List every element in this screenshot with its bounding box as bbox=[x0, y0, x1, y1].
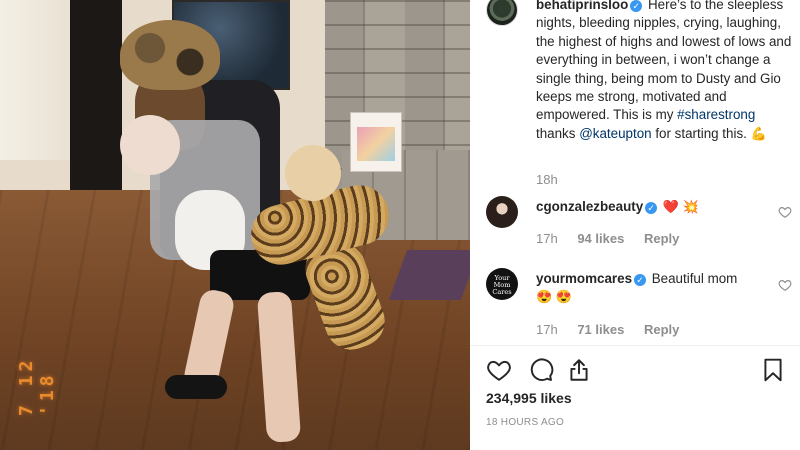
post-timestamp[interactable]: 18 HOURS AGO bbox=[486, 417, 564, 428]
photo-date-stamp: 7 12 '18 bbox=[16, 356, 58, 416]
photo-baby bbox=[120, 115, 180, 175]
post-details-panel: behatiprinsloo ✓ Here’s to the sleepless … bbox=[470, 0, 800, 450]
comment-time[interactable]: 17h bbox=[536, 322, 558, 337]
caption-text: behatiprinsloo ✓ Here’s to the sleepless … bbox=[536, 0, 796, 143]
comment-bubble-icon[interactable] bbox=[528, 357, 554, 383]
caption-body-1: Here’s to the sleepless nights, bleeding… bbox=[536, 0, 792, 123]
avatar[interactable] bbox=[486, 0, 518, 26]
photo-sandal bbox=[165, 375, 227, 399]
divider bbox=[470, 345, 800, 346]
hashtag-link[interactable]: #sharestrong bbox=[677, 107, 755, 122]
reply-button[interactable]: Reply bbox=[644, 322, 679, 337]
comment: Your Mom Cares yourmomcares ✓ Beautiful m… bbox=[486, 268, 800, 337]
muscle-emoji: 💪 bbox=[750, 125, 767, 141]
photo-box bbox=[350, 112, 402, 172]
heart-eyes-emoji: 😍 bbox=[555, 289, 573, 304]
comment-meta: 17h 71 likes Reply bbox=[536, 322, 695, 337]
avatar[interactable]: Your Mom Cares bbox=[486, 268, 518, 300]
comment-time[interactable]: 17h bbox=[536, 231, 558, 246]
heart-outline-icon[interactable] bbox=[486, 357, 512, 383]
verified-badge-icon: ✓ bbox=[630, 0, 643, 12]
photo-bucket-hat bbox=[120, 20, 220, 90]
post-photo[interactable]: 7 12 '18 bbox=[0, 0, 470, 450]
comment-like-heart-icon[interactable] bbox=[778, 205, 792, 219]
likes-count[interactable]: 234,995 likes bbox=[486, 390, 572, 406]
caption-body-3: for starting this. bbox=[651, 125, 751, 141]
comment-text: cgonzalezbeauty ✓ ❤️ 💥 bbox=[536, 198, 776, 216]
collision-emoji: 💥 bbox=[682, 199, 699, 214]
photo-toddler-head bbox=[285, 145, 341, 201]
red-heart-emoji: ❤️ bbox=[662, 199, 680, 214]
caption-body-2: thanks bbox=[536, 125, 580, 141]
mention-link[interactable]: @kateupton bbox=[579, 126, 651, 141]
share-upload-icon[interactable] bbox=[566, 357, 592, 383]
comment-like-heart-icon[interactable] bbox=[778, 278, 792, 292]
verified-badge-icon: ✓ bbox=[645, 202, 658, 214]
reply-button[interactable]: Reply bbox=[644, 231, 679, 246]
caption-username[interactable]: behatiprinsloo bbox=[536, 0, 628, 12]
heart-eyes-emoji: 😍 bbox=[536, 289, 553, 304]
avatar[interactable] bbox=[486, 196, 518, 228]
comment: cgonzalezbeauty ✓ ❤️ 💥 17h 94 likes Reply bbox=[486, 196, 800, 256]
action-bar bbox=[486, 357, 800, 385]
verified-badge-icon: ✓ bbox=[634, 274, 647, 286]
caption-time[interactable]: 18h bbox=[536, 172, 558, 187]
comment-text: yourmomcares ✓ Beautiful mom 😍 😍 bbox=[536, 270, 776, 306]
comment-likes[interactable]: 71 likes bbox=[577, 322, 624, 337]
bookmark-icon[interactable] bbox=[760, 357, 786, 383]
comment-likes[interactable]: 94 likes bbox=[577, 231, 624, 246]
comment-body: Beautiful mom bbox=[648, 271, 738, 286]
comment-meta: 17h 94 likes Reply bbox=[536, 231, 695, 246]
comment-username[interactable]: cgonzalezbeauty bbox=[536, 199, 643, 214]
photo-window bbox=[0, 0, 72, 160]
comment-username[interactable]: yourmomcares bbox=[536, 271, 632, 286]
